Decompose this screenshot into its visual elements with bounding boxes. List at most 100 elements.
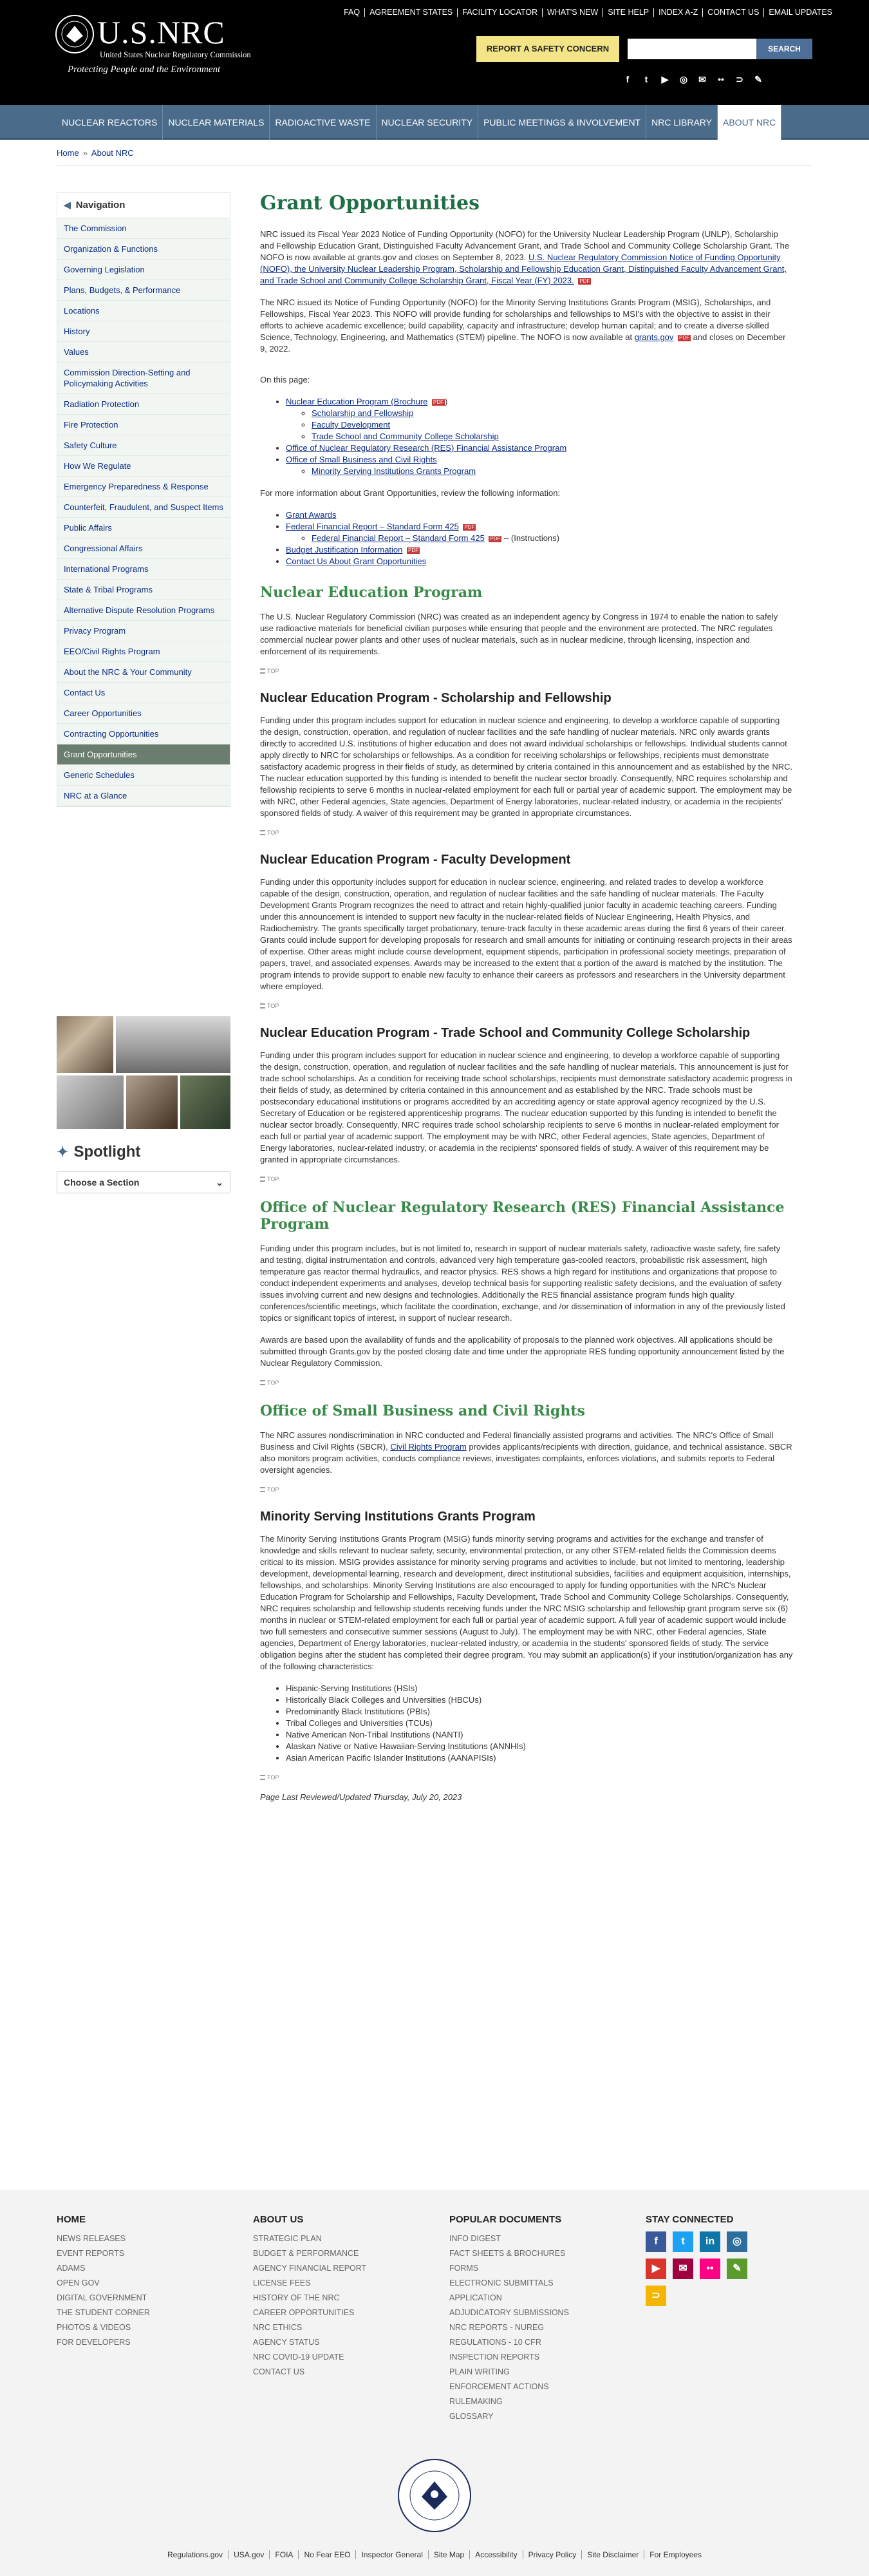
- sidebar-item-about-the-nrc-your-community[interactable]: About the NRC & Your Community: [57, 662, 230, 683]
- twitter-icon[interactable]: t: [673, 2231, 693, 2252]
- footer-link-open-gov[interactable]: OPEN GOV: [57, 2276, 224, 2291]
- footer-bottom-link-for-employees[interactable]: For Employees: [644, 2550, 707, 2559]
- footer-link-nrc-reports-nureg[interactable]: NRC REPORTS - NUREG: [449, 2320, 617, 2335]
- sidebar-item-safety-culture[interactable]: Safety Culture: [57, 435, 230, 456]
- footer-link-strategic-plan[interactable]: STRATEGIC PLAN: [253, 2231, 420, 2246]
- footer-link-enforcement-actions[interactable]: ENFORCEMENT ACTIONS: [449, 2380, 617, 2394]
- footer-link-contact-us[interactable]: CONTACT US: [253, 2365, 420, 2380]
- email-icon[interactable]: ✉: [696, 73, 709, 86]
- back-to-top[interactable]: TOP: [260, 1774, 793, 1781]
- blog-icon[interactable]: ✎: [752, 73, 765, 86]
- nav-nuclear-materials[interactable]: NUCLEAR MATERIALS: [163, 105, 270, 140]
- link-scholarship[interactable]: Scholarship and Fellowship: [312, 408, 413, 418]
- footer-link-adams[interactable]: ADAMS: [57, 2261, 224, 2276]
- sidebar-item-how-we-regulate[interactable]: How We Regulate: [57, 456, 230, 477]
- sidebar-item-career-opportunities[interactable]: Career Opportunities: [57, 703, 230, 724]
- footer-heading[interactable]: POPULAR DOCUMENTS: [449, 2214, 617, 2225]
- nav-radioactive-waste[interactable]: RADIOACTIVE WASTE: [270, 105, 377, 140]
- youtube-icon[interactable]: ▶: [659, 73, 671, 86]
- footer-link-agency-status[interactable]: AGENCY STATUS: [253, 2335, 420, 2350]
- sidebar-item-eeo-civil-rights-program[interactable]: EEO/Civil Rights Program: [57, 641, 230, 662]
- footer-bottom-link-accessibility[interactable]: Accessibility: [469, 2550, 523, 2559]
- footer-link-electronic-submittals[interactable]: ELECTRONIC SUBMITTALS: [449, 2276, 617, 2291]
- facebook-icon[interactable]: f: [621, 73, 634, 86]
- twitter-icon[interactable]: t: [640, 73, 653, 86]
- sidebar-item-plans-budgets-performance[interactable]: Plans, Budgets, & Performance: [57, 280, 230, 301]
- footer-link-rulemaking[interactable]: RULEMAKING: [449, 2394, 617, 2409]
- footer-link-digital-government[interactable]: DIGITAL GOVERNMENT: [57, 2291, 224, 2306]
- back-to-top[interactable]: TOP: [260, 1003, 793, 1009]
- util-link-faq[interactable]: FAQ: [339, 8, 364, 17]
- footer-link-forms[interactable]: FORMS: [449, 2261, 617, 2276]
- nrc-logo[interactable]: U.S.NRC United States Nuclear Regulatory…: [55, 12, 251, 82]
- footer-link-glossary[interactable]: GLOSSARY: [449, 2409, 617, 2424]
- footer-heading[interactable]: ABOUT US: [253, 2214, 420, 2225]
- footer-link-career-opportunities[interactable]: CAREER OPPORTUNITIES: [253, 2306, 420, 2320]
- sidebar-item-privacy-program[interactable]: Privacy Program: [57, 621, 230, 641]
- sidebar-item-grant-opportunities[interactable]: Grant Opportunities: [57, 744, 230, 765]
- footer-link-plain-writing[interactable]: PLAIN WRITING: [449, 2365, 617, 2380]
- footer-link-for-developers[interactable]: FOR DEVELOPERS: [57, 2335, 224, 2350]
- rss-icon[interactable]: ⊃: [646, 2286, 666, 2306]
- footer-link-news-releases[interactable]: NEWS RELEASES: [57, 2231, 224, 2246]
- sidebar-item-locations[interactable]: Locations: [57, 301, 230, 321]
- sidebar-item-nrc-at-a-glance[interactable]: NRC at a Glance: [57, 786, 230, 806]
- blog-icon[interactable]: ✎: [727, 2259, 747, 2279]
- back-to-top[interactable]: TOP: [260, 1176, 793, 1182]
- link-sf425[interactable]: Federal Financial Report – Standard Form…: [286, 522, 459, 531]
- search-button[interactable]: SEARCH: [756, 39, 812, 59]
- sidebar-item-public-affairs[interactable]: Public Affairs: [57, 518, 230, 538]
- footer-link-info-digest[interactable]: INFO DIGEST: [449, 2231, 617, 2246]
- util-link-agreement-states[interactable]: AGREEMENT STATES: [364, 8, 457, 17]
- footer-link-budget-performance[interactable]: BUDGET & PERFORMANCE: [253, 2246, 420, 2261]
- link-contact-grants[interactable]: Contact Us About Grant Opportunities: [286, 556, 426, 566]
- nav-nrc-library[interactable]: NRC LIBRARY: [646, 105, 718, 140]
- link-nep-brochure[interactable]: Nuclear Education Program (Brochure: [286, 397, 427, 406]
- breadcrumb-home[interactable]: Home: [57, 148, 79, 158]
- linkedin-icon[interactable]: in: [700, 2231, 720, 2252]
- footer-link-regulations-10-cfr[interactable]: REGULATIONS - 10 CFR: [449, 2335, 617, 2350]
- link-budget-justification[interactable]: Budget Justification Information: [286, 545, 402, 554]
- nav-public-meetings[interactable]: PUBLIC MEETINGS & INVOLVEMENT: [478, 105, 647, 140]
- link-sf425-instructions[interactable]: Federal Financial Report – Standard Form…: [312, 533, 485, 543]
- footer-link-event-reports[interactable]: EVENT REPORTS: [57, 2246, 224, 2261]
- sidebar-item-contracting-opportunities[interactable]: Contracting Opportunities: [57, 724, 230, 744]
- footer-link-the-student-corner[interactable]: THE STUDENT CORNER: [57, 2306, 224, 2320]
- search-input[interactable]: [628, 39, 756, 59]
- util-link-whats-new[interactable]: WHAT'S NEW: [541, 8, 603, 17]
- util-link-site-help[interactable]: SITE HELP: [603, 8, 653, 17]
- footer-bottom-link-usa-gov[interactable]: USA.gov: [228, 2550, 270, 2559]
- sidebar-item-contact-us[interactable]: Contact Us: [57, 683, 230, 703]
- footer-bottom-link-regulations-gov[interactable]: Regulations.gov: [162, 2550, 228, 2559]
- footer-bottom-link-no-fear-eeo[interactable]: No Fear EEO: [298, 2550, 356, 2559]
- nav-nuclear-security[interactable]: NUCLEAR SECURITY: [377, 105, 479, 140]
- sidebar-item-radiation-protection[interactable]: Radiation Protection: [57, 394, 230, 415]
- youtube-icon[interactable]: ▶: [646, 2259, 666, 2279]
- sidebar-item-state-tribal-programs[interactable]: State & Tribal Programs: [57, 580, 230, 600]
- util-link-contact[interactable]: CONTACT US: [702, 8, 763, 17]
- footer-link-photos-videos[interactable]: PHOTOS & VIDEOS: [57, 2320, 224, 2335]
- rss-icon[interactable]: ⊃: [733, 73, 746, 86]
- util-link-email-updates[interactable]: EMAIL UPDATES: [763, 8, 837, 17]
- footer-link-nrc-covid-19-update[interactable]: NRC COVID-19 UPDATE: [253, 2350, 420, 2365]
- back-to-top[interactable]: TOP: [260, 829, 793, 836]
- sidebar-item-international-programs[interactable]: International Programs: [57, 559, 230, 580]
- footer-link-fact-sheets-brochures[interactable]: FACT SHEETS & BROCHURES: [449, 2246, 617, 2261]
- footer-link-history-of-the-nrc[interactable]: HISTORY OF THE NRC: [253, 2291, 420, 2306]
- sidebar-item-commission-direction-setting-and-policymaking-activities[interactable]: Commission Direction-Setting and Policym…: [57, 363, 230, 394]
- link-trade-school[interactable]: Trade School and Community College Schol…: [312, 431, 499, 441]
- flickr-icon[interactable]: ••: [700, 2259, 720, 2279]
- instagram-icon[interactable]: ◎: [677, 73, 690, 86]
- link-msig[interactable]: Minority Serving Institutions Grants Pro…: [312, 466, 476, 476]
- sidebar-item-generic-schedules[interactable]: Generic Schedules: [57, 765, 230, 786]
- footer-bottom-link-site-map[interactable]: Site Map: [427, 2550, 470, 2559]
- footer-link-adjudicatory-submissions[interactable]: ADJUDICATORY SUBMISSIONS: [449, 2306, 617, 2320]
- civil-rights-link[interactable]: Civil Rights Program: [390, 1442, 466, 1452]
- footer-bottom-link-inspector-general[interactable]: Inspector General: [355, 2550, 428, 2559]
- footer-link-agency-financial-report[interactable]: AGENCY FINANCIAL REPORT: [253, 2261, 420, 2276]
- footer-link-license-fees[interactable]: LICENSE FEES: [253, 2276, 420, 2291]
- footer-bottom-link-site-disclaimer[interactable]: Site Disclaimer: [581, 2550, 644, 2559]
- report-safety-concern-button[interactable]: REPORT A SAFETY CONCERN: [476, 36, 619, 62]
- nav-about-nrc[interactable]: ABOUT NRC: [718, 105, 782, 140]
- link-grant-awards[interactable]: Grant Awards: [286, 510, 337, 520]
